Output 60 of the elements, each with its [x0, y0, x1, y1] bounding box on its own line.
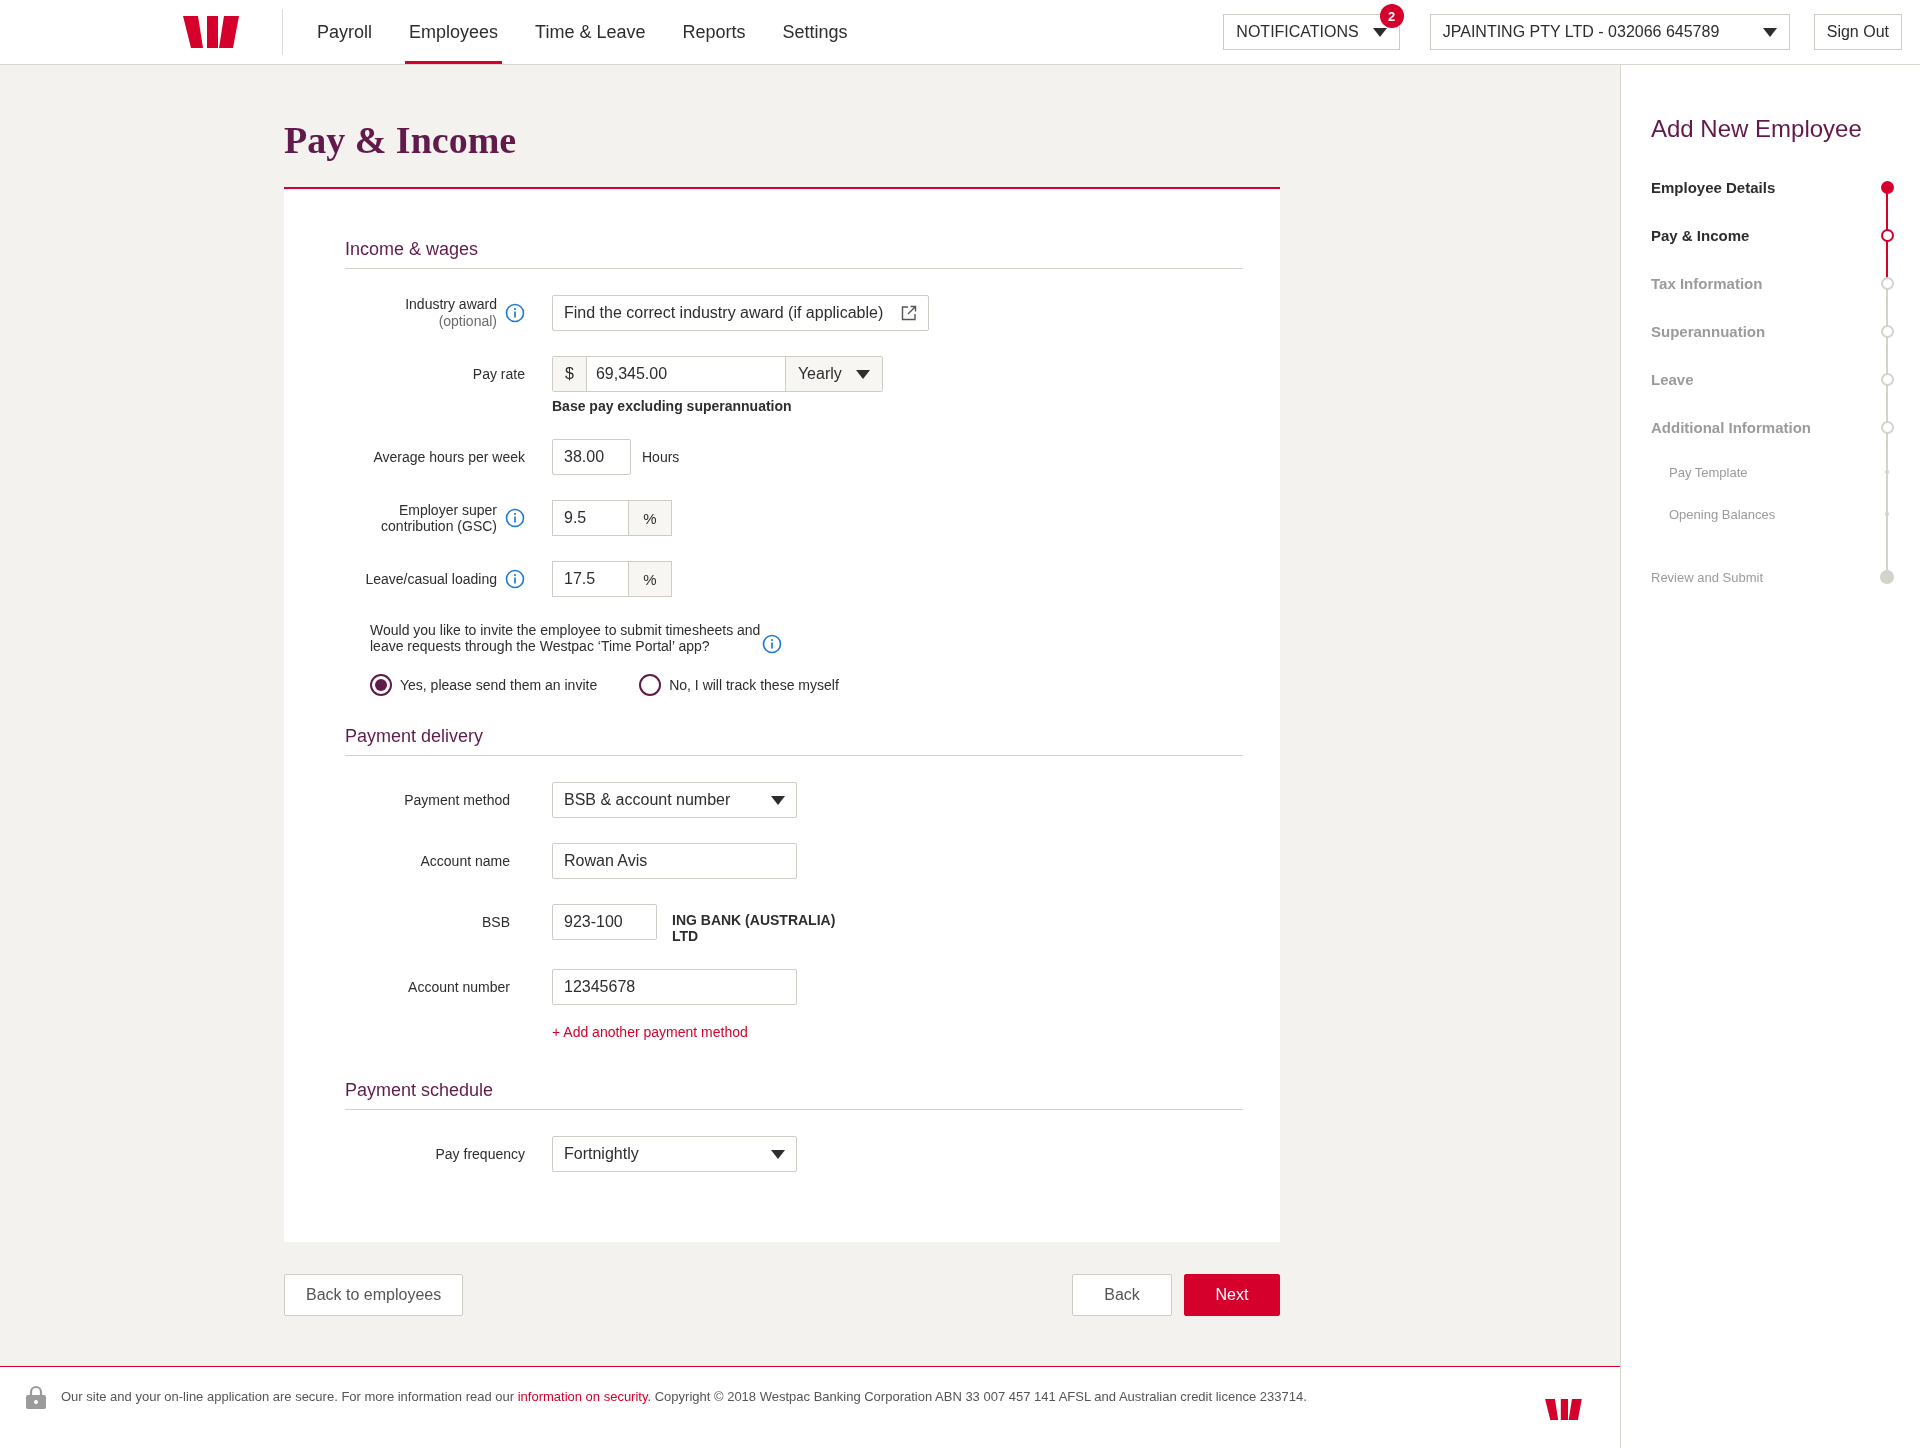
nav-tab[interactable]: Time & Leave — [531, 0, 650, 64]
caret-icon — [771, 795, 785, 805]
info-icon[interactable] — [505, 303, 525, 323]
field-label: Employer super contribution (GSC) — [380, 502, 497, 534]
industry-award-link[interactable]: Find the correct industry award (if applicable) — [552, 295, 930, 331]
field-label: Leave/casual loading — [365, 571, 497, 587]
caret-icon — [771, 1149, 785, 1159]
optional-label: (optional) — [438, 312, 497, 330]
info-icon[interactable] — [762, 634, 782, 654]
field-label: BSB — [482, 914, 510, 930]
info-icon[interactable] — [505, 508, 525, 528]
invite-question: Would you like to invite the employee to submit timesheets and leave requests through the Westpac ‘Time Portal’ app? — [370, 622, 762, 654]
caret-icon — [855, 369, 870, 379]
caret-icon — [1372, 27, 1387, 37]
section-title: Income & wages — [345, 239, 1243, 269]
nav-tab[interactable]: Settings — [778, 0, 852, 64]
next-button[interactable]: Next — [1184, 1274, 1280, 1316]
field-label: Pay rate — [472, 366, 525, 382]
radio-option[interactable]: Yes, please send them an invite — [370, 674, 598, 696]
sign-out-button[interactable]: Sign Out — [1813, 14, 1902, 50]
section-title: Payment delivery — [345, 726, 1243, 756]
external-link-icon — [901, 305, 918, 321]
currency-prefix: $ — [553, 357, 586, 391]
hours-input[interactable]: 38.00 — [552, 439, 631, 475]
step-label[interactable]: Pay & Income — [1651, 226, 1880, 244]
bsb-input[interactable]: 923-100 — [552, 904, 657, 940]
info-icon[interactable] — [505, 569, 525, 589]
caret-icon — [1762, 27, 1777, 37]
security-notice: Our site and your on-line application are secure. For more information read our information on security. Copyright © 2018 Westpac Banking Corporation ABN 33 007 457 141 AFSL and Australian credit licence 233714. — [61, 1389, 1308, 1404]
section-title: Payment schedule — [345, 1080, 1243, 1110]
percent-suffix: % — [629, 501, 671, 535]
field-label: Average hours per week — [373, 449, 525, 465]
text-input[interactable]: 12345678 — [552, 969, 797, 1005]
back-to-employees-button[interactable]: Back to employees — [284, 1274, 464, 1316]
period-dropdown[interactable]: Yearly — [785, 357, 882, 391]
pay-rate-hint: Base pay excluding superannuation — [552, 398, 793, 414]
nav-tab[interactable]: Reports — [678, 0, 750, 64]
radio-option[interactable]: No, I will track these myself — [639, 674, 839, 696]
bank-name: ING BANK (AUSTRALIA) LTD — [672, 912, 837, 944]
notification-count: 2 — [1379, 4, 1404, 28]
page-title: Pay & Income — [284, 121, 518, 159]
sidebar-title: Add New Employee — [1651, 115, 1863, 143]
select-dropdown[interactable]: Fortnightly — [552, 1136, 797, 1172]
company-dropdown[interactable]: JPAINTING PTY LTD - 032066 645789 — [1429, 14, 1790, 50]
field-label: Account number — [408, 979, 510, 995]
field-label: Payment method — [404, 792, 510, 808]
add-payment-method-link[interactable]: + Add another payment method — [552, 1024, 1243, 1040]
step-label[interactable]: Employee Details — [1651, 178, 1880, 196]
field-label: Pay frequency — [435, 1146, 525, 1162]
unit-label: Hours — [642, 449, 680, 465]
lock-icon — [26, 1385, 46, 1409]
security-link[interactable]: information on security. — [517, 1389, 652, 1404]
back-button[interactable]: Back — [1072, 1274, 1172, 1316]
field-label: Account name — [420, 853, 510, 869]
nav-tab[interactable]: Payroll — [313, 0, 377, 64]
pay-rate-input[interactable]: 69,345.00 — [585, 357, 786, 391]
field-label: Industry award — [405, 296, 497, 312]
percent-suffix: % — [629, 562, 671, 596]
select-dropdown[interactable]: BSB & account number — [552, 782, 797, 818]
text-input[interactable]: Rowan Avis — [552, 843, 797, 879]
